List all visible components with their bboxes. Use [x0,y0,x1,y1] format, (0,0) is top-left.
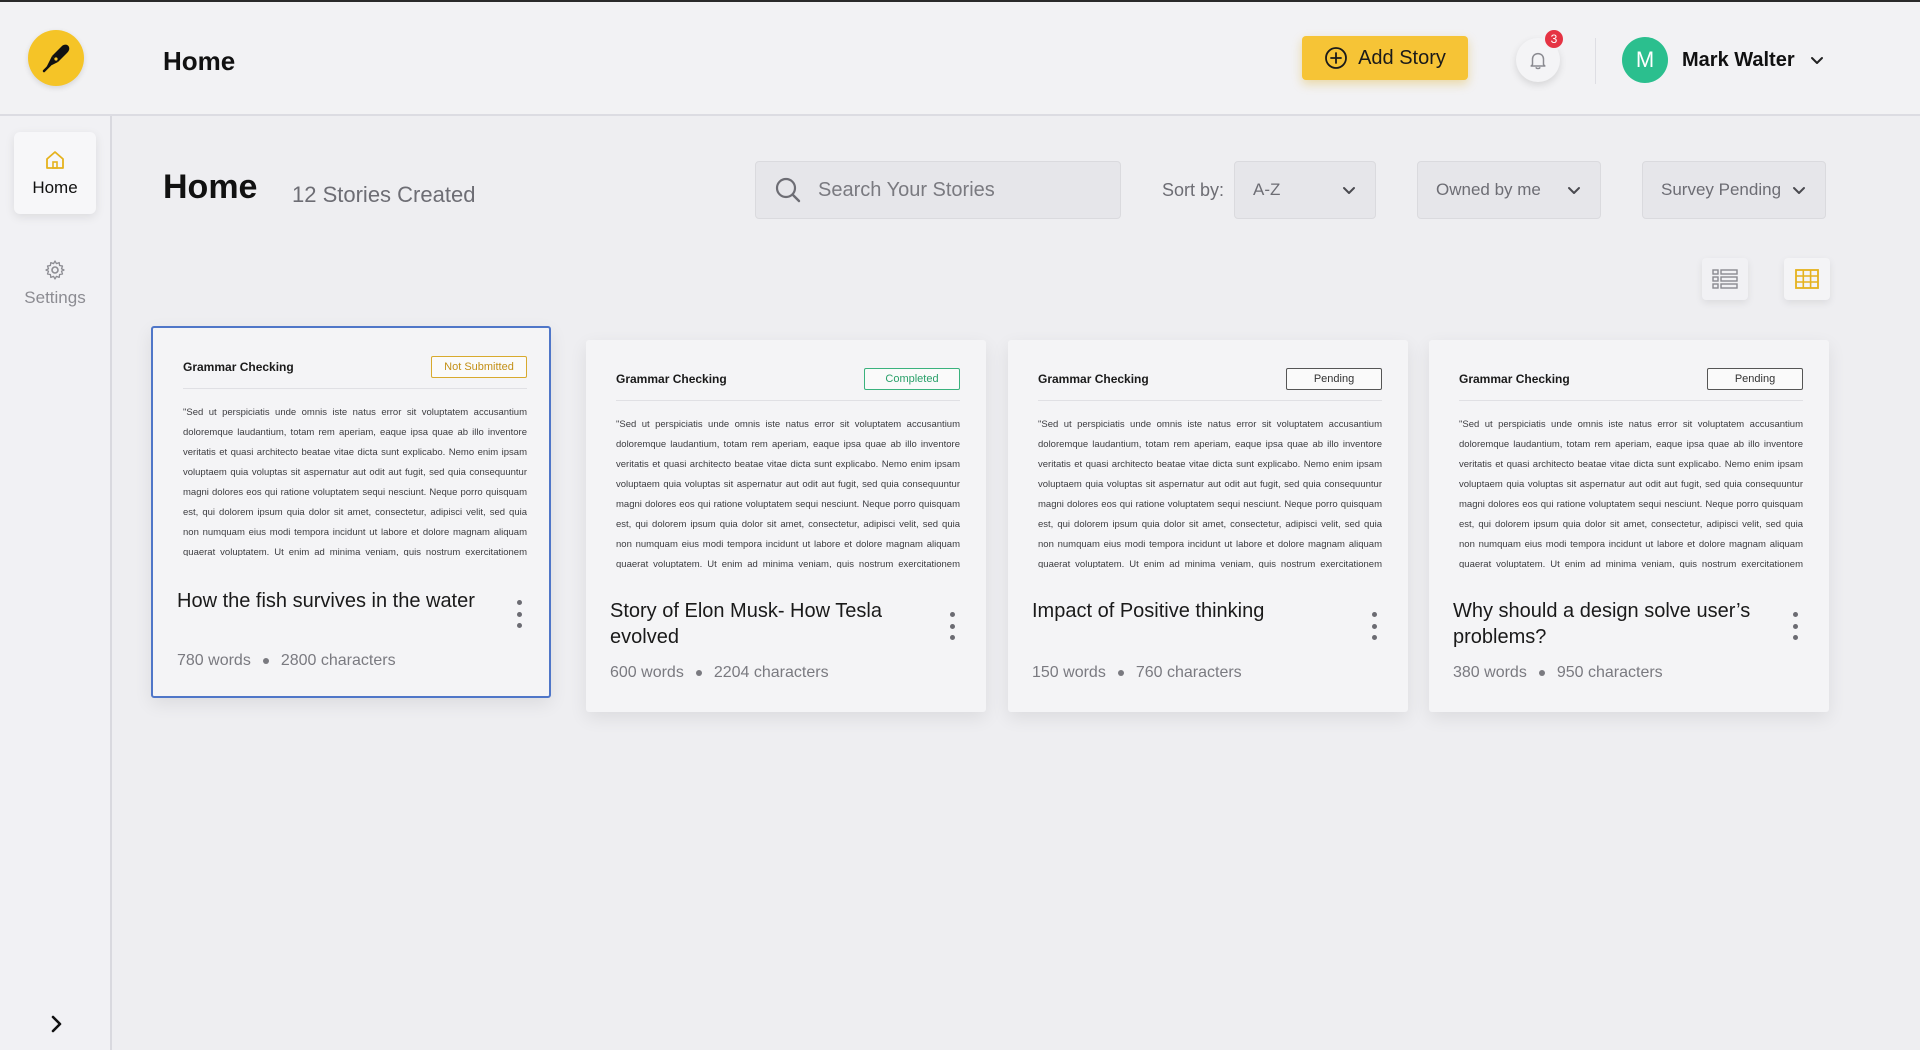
more-options-icon[interactable] [511,596,527,632]
page-title: Home [163,168,258,206]
chevron-down-icon [1568,187,1580,194]
story-card[interactable]: Grammar Checking Not Submitted "Sed ut p… [151,326,551,698]
preview-title: Grammar Checking [616,372,727,386]
preview-header: Grammar Checking Pending [1038,368,1382,401]
expand-sidebar-button[interactable] [42,1010,70,1038]
preview-text: "Sed ut perspiciatis unde omnis iste nat… [1038,419,1382,568]
story-card[interactable]: Grammar Checking Pending "Sed ut perspic… [1429,340,1829,712]
more-options-icon[interactable] [944,608,960,644]
home-icon [46,151,64,169]
preview-title: Grammar Checking [1459,372,1570,386]
preview-title: Grammar Checking [1038,372,1149,386]
story-card[interactable]: Grammar Checking Pending "Sed ut perspic… [1008,340,1408,712]
story-preview: Grammar Checking Completed "Sed ut persp… [616,368,960,568]
story-card[interactable]: Grammar Checking Completed "Sed ut persp… [586,340,986,712]
chevron-down-icon [1343,187,1355,194]
story-meta: 150 words 760 characters [1032,664,1242,682]
story-meta: 600 words 2204 characters [610,664,829,682]
status-filter-select[interactable]: Survey Pending [1642,161,1826,219]
sort-label: Sort by: [1162,180,1225,200]
search-icon [775,177,801,203]
more-options-icon[interactable] [1787,608,1803,644]
sidebar-item-label: Home [32,178,78,197]
story-title[interactable]: Impact of Positive thinking [1032,598,1332,624]
sidebar: Home Settings [0,116,112,1050]
character-count: 2204 characters [713,664,829,681]
chevron-down-icon [1793,187,1805,194]
plus-circle-icon [1325,47,1347,69]
owner-filter-value: Owned by me [1436,180,1541,199]
preview-text: "Sed ut perspiciatis unde omnis iste nat… [1459,419,1803,568]
preview-header: Grammar Checking Pending [1459,368,1803,401]
story-title[interactable]: Why should a design solve user’s problem… [1453,598,1753,650]
pen-nib-icon [42,44,70,73]
story-title[interactable]: How the fish survives in the water [177,588,477,614]
sidebar-item-home[interactable]: Home [14,132,96,214]
logo[interactable] [28,30,84,86]
story-preview: Grammar Checking Pending "Sed ut perspic… [1459,368,1803,568]
list-view-icon [1712,269,1738,289]
preview-header: Grammar Checking Completed [616,368,960,401]
grid-view-button[interactable] [1784,258,1830,300]
sort-select[interactable]: A-Z [1234,161,1376,219]
meta-separator [1538,670,1545,676]
status-badge: Not Submitted [431,356,527,378]
word-count: 780 words [177,652,251,669]
add-story-button[interactable]: Add Story [1302,36,1468,80]
header-title: Home [163,46,236,76]
story-preview: Grammar Checking Not Submitted "Sed ut p… [183,356,527,556]
search-input[interactable] [818,178,1098,202]
preview-text: "Sed ut perspiciatis unde omnis iste nat… [616,419,960,568]
meta-separator [1117,670,1124,676]
grid-view-icon [1795,269,1819,289]
add-story-label: Add Story [1358,46,1446,69]
story-meta: 380 words 950 characters [1453,664,1663,682]
gear-icon [45,260,65,280]
search-box[interactable] [755,161,1121,219]
meta-separator [695,670,702,676]
notification-badge: 3 [1543,28,1565,50]
user-menu[interactable]: M Mark Walter [1622,36,1825,84]
character-count: 2800 characters [280,652,396,669]
preview-title: Grammar Checking [183,360,294,374]
list-view-button[interactable] [1702,258,1748,300]
avatar: M [1622,37,1668,83]
bell-icon [1530,52,1546,70]
chevron-right-icon [51,1015,62,1033]
story-meta: 780 words 2800 characters [177,652,396,670]
stories-count: 12 Stories Created [292,182,476,207]
status-badge: Completed [864,368,960,390]
sort-value: A-Z [1253,180,1281,199]
preview-text: "Sed ut perspiciatis unde omnis iste nat… [183,407,527,556]
main-content: Home 12 Stories Created Sort by: A-Z Own… [122,128,1920,1050]
word-count: 600 words [610,664,684,681]
word-count: 380 words [1453,664,1527,681]
more-options-icon[interactable] [1366,608,1382,644]
character-count: 950 characters [1556,664,1663,681]
character-count: 760 characters [1135,664,1242,681]
app-window: Home Add Story 3 M Mark Walter Home Sett… [0,0,1920,1050]
user-name: Mark Walter [1682,48,1795,71]
meta-separator [262,658,269,664]
story-title[interactable]: Story of Elon Musk- How Tesla evolved [610,598,910,650]
sidebar-item-settings[interactable]: Settings [14,242,96,324]
word-count: 150 words [1032,664,1106,681]
owner-filter-select[interactable]: Owned by me [1417,161,1601,219]
status-badge: Pending [1286,368,1382,390]
story-preview: Grammar Checking Pending "Sed ut perspic… [1038,368,1382,568]
sidebar-item-label: Settings [24,288,86,307]
status-badge: Pending [1707,368,1803,390]
preview-header: Grammar Checking Not Submitted [183,356,527,389]
chevron-down-icon [1810,57,1823,64]
top-bar: Home Add Story 3 M Mark Walter [0,2,1920,116]
status-filter-value: Survey Pending [1661,180,1782,199]
header-divider [1595,38,1596,84]
